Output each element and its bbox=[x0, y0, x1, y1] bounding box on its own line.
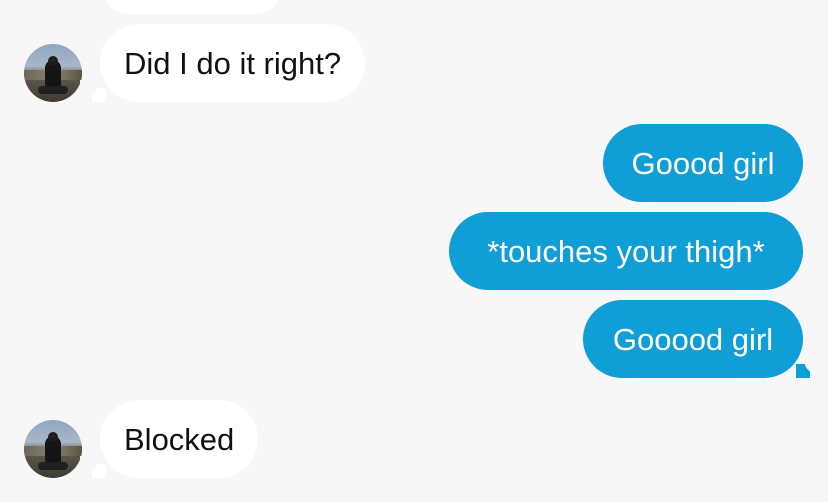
message-text: *touches your thigh* bbox=[487, 233, 765, 269]
message-bubble-outgoing[interactable]: *touches your thigh* bbox=[449, 212, 803, 290]
message-text: Goood girl bbox=[631, 145, 775, 181]
message-text: Did I do it right? bbox=[124, 45, 342, 81]
contact-avatar[interactable] bbox=[24, 420, 82, 478]
message-bubble-outgoing[interactable]: Gooood girl bbox=[583, 300, 803, 378]
message-text: Blocked bbox=[124, 421, 235, 457]
bubble-tail bbox=[80, 456, 106, 478]
bubble-tail bbox=[80, 80, 106, 102]
previous-message-bubble[interactable] bbox=[102, 0, 282, 14]
message-bubble-incoming[interactable]: Did I do it right? bbox=[100, 24, 366, 102]
bubble-tail bbox=[796, 356, 822, 378]
message-bubble-incoming[interactable]: Blocked bbox=[100, 400, 259, 478]
contact-avatar[interactable] bbox=[24, 44, 82, 102]
chat-conversation: Did I do it right? Goood girl *touches y… bbox=[0, 0, 828, 502]
message-text: Gooood girl bbox=[612, 321, 774, 357]
message-bubble-outgoing[interactable]: Goood girl bbox=[603, 124, 803, 202]
